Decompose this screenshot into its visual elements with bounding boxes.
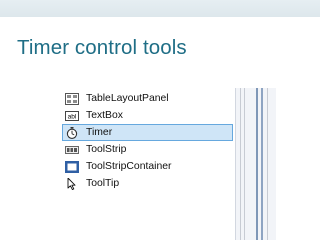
table-layout-panel-icon	[65, 92, 79, 105]
panel-divider	[244, 88, 245, 240]
toolbox-item-tablelayoutpanel[interactable]: TableLayoutPanel	[62, 90, 233, 107]
textbox-icon-text: abl	[68, 113, 77, 120]
toolbox-screenshot: TableLayoutPanel abl TextBox Timer ToolS…	[62, 88, 276, 240]
panel-divider	[240, 88, 241, 240]
toolbox-item-label: TextBox	[86, 109, 123, 121]
toolbox-item-label: ToolStrip	[86, 143, 127, 155]
toolbox-item-tooltip[interactable]: ToolTip	[62, 175, 233, 192]
toolstrip-icon	[65, 144, 79, 156]
designer-surface-edge	[235, 88, 276, 240]
panel-divider	[267, 88, 268, 240]
toolbox-list: TableLayoutPanel abl TextBox Timer ToolS…	[62, 88, 234, 240]
toolbox-item-toolstrip[interactable]: ToolStrip	[62, 141, 233, 158]
toolbox-item-textbox[interactable]: abl TextBox	[62, 107, 233, 124]
panel-divider	[261, 88, 263, 240]
toolstrip-container-icon	[65, 160, 79, 173]
toolbox-item-label: ToolStripContainer	[86, 160, 172, 172]
slide-title: Timer control tools	[17, 36, 187, 59]
toolbox-item-timer[interactable]: Timer	[62, 124, 233, 141]
toolbox-item-label: ToolTip	[86, 177, 120, 189]
slide-header-band	[0, 0, 320, 17]
toolbox-item-label: Timer	[86, 126, 113, 138]
pointer-icon	[65, 177, 79, 190]
stopwatch-icon	[65, 126, 79, 139]
panel-divider	[256, 88, 258, 240]
toolbox-item-label: TableLayoutPanel	[86, 92, 169, 104]
textbox-icon: abl	[65, 110, 79, 122]
toolbox-item-toolstripcontainer[interactable]: ToolStripContainer	[62, 158, 233, 175]
